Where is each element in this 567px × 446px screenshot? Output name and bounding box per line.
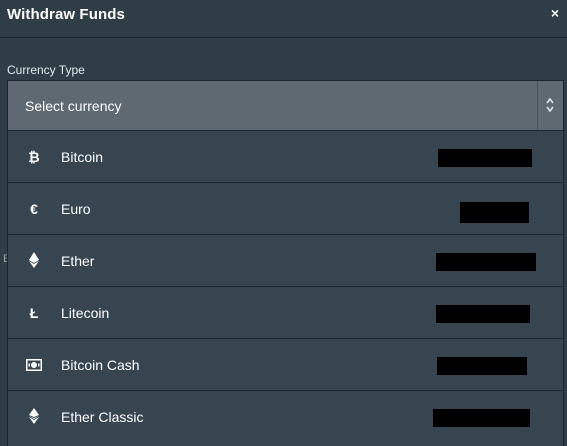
ether-icon	[25, 252, 43, 270]
modal-title: Withdraw Funds	[7, 6, 125, 23]
select-arrows-icon	[537, 81, 563, 130]
redacted-balance	[437, 357, 527, 375]
cash-icon	[25, 356, 43, 374]
currency-option-euro[interactable]: € Euro	[8, 183, 563, 235]
redacted-balance	[460, 202, 529, 223]
close-icon[interactable]: ×	[548, 5, 562, 21]
redacted-balance	[436, 253, 536, 271]
currency-option-label: Ether Classic	[61, 409, 144, 425]
currency-option-ether-classic[interactable]: Ether Classic	[8, 391, 563, 446]
currency-option-label: Litecoin	[61, 305, 110, 321]
ether-classic-icon	[25, 408, 43, 426]
withdraw-funds-modal: Withdraw Funds × Currency Type E Select …	[0, 0, 567, 446]
currency-select-value: Select currency	[25, 98, 122, 114]
currency-select[interactable]: Select currency	[7, 80, 564, 131]
euro-icon: €	[30, 201, 38, 217]
currency-option-label: Bitcoin	[61, 149, 104, 165]
redacted-balance	[438, 149, 532, 167]
currency-option-bitcoin[interactable]: ₿ Bitcoin	[8, 131, 563, 183]
currency-option-ether[interactable]: Ether	[8, 235, 563, 287]
currency-option-bitcoin-cash[interactable]: Bitcoin Cash	[8, 339, 563, 391]
bitcoin-icon: ₿	[28, 149, 40, 165]
currency-option-label: Ether	[61, 253, 95, 269]
redacted-balance	[436, 305, 530, 323]
currency-type-label: Currency Type	[7, 63, 85, 77]
currency-dropdown: ₿ Bitcoin € Euro Ether Ł Litecoin Bitcoi…	[7, 131, 564, 446]
litecoin-icon: Ł	[29, 305, 39, 321]
modal-header: Withdraw Funds ×	[0, 0, 567, 38]
currency-option-litecoin[interactable]: Ł Litecoin	[8, 287, 563, 339]
redacted-balance	[433, 409, 530, 427]
currency-option-label: Bitcoin Cash	[61, 357, 140, 373]
currency-option-label: Euro	[61, 201, 91, 217]
